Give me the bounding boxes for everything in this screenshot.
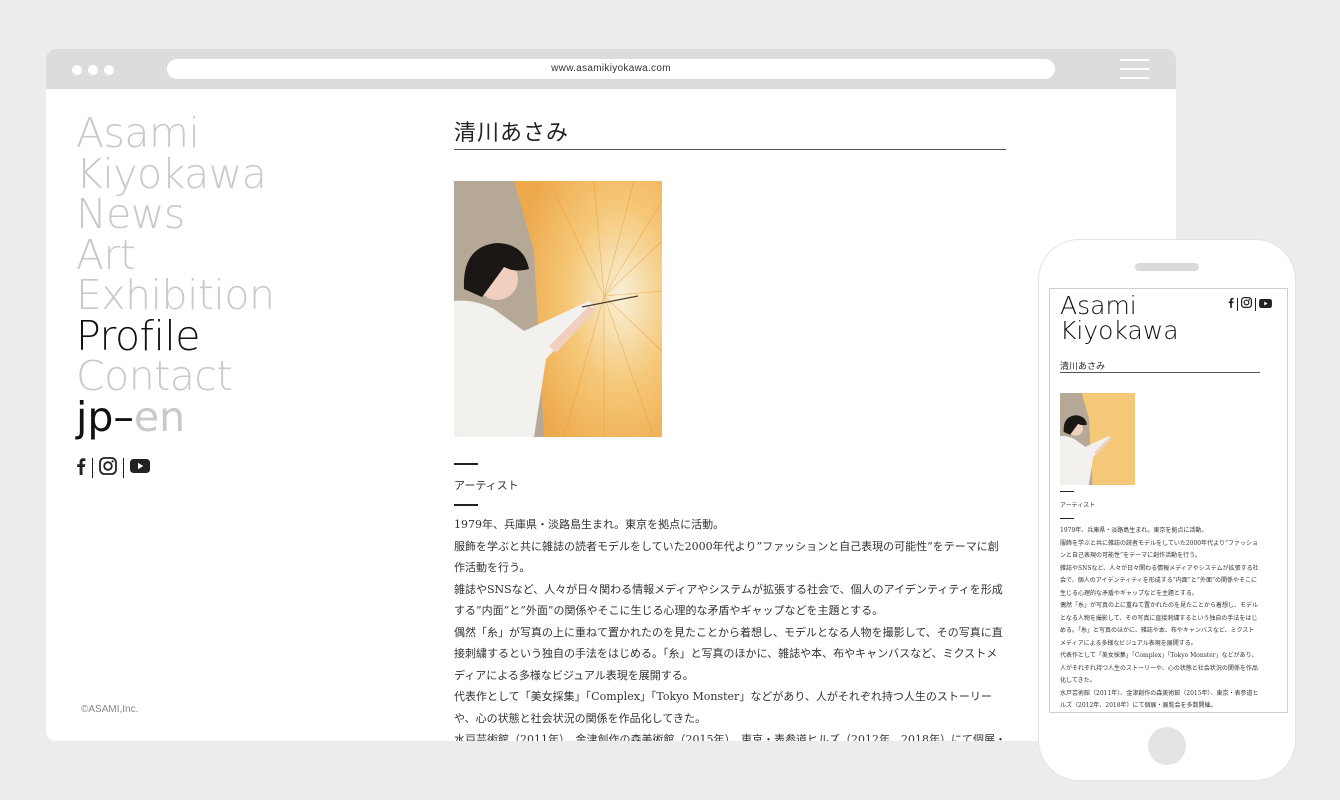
social-links	[76, 456, 150, 480]
window-dot-icon	[72, 65, 82, 75]
mobile-social-links	[1228, 297, 1272, 311]
url-bar[interactable]: www.asamikiyokawa.com	[167, 59, 1055, 79]
mobile-artist-role: アーティスト	[1060, 502, 1096, 509]
bio-paragraph: 1979年、兵庫県・淡路島生まれ。東京を拠点に活動。	[1060, 527, 1208, 534]
nav-item-art[interactable]: Art	[76, 234, 275, 276]
bio-paragraph: 水戸芸術館（2011年）、金津創作の森美術館（2015年）、東京・表参道ヒルズ（…	[454, 733, 1006, 741]
bio-paragraph: 水戸芸術館（2011年）、金津創作の森美術館（2015年）、東京・表参道ヒルズ（…	[1060, 689, 1259, 710]
mobile-artist-photo	[1060, 393, 1135, 485]
copyright-text: ©ASAMI,Inc.	[81, 704, 139, 715]
browser-toolbar: www.asamikiyokawa.com	[46, 49, 1176, 89]
mobile-logo-line: Kiyokawa	[1060, 316, 1179, 345]
mobile-artist-biography: 1979年、兵庫県・淡路島生まれ。東京を拠点に活動。 服飾を学ぶと共に雑誌の読者…	[1060, 525, 1260, 712]
artist-photo	[454, 181, 662, 437]
lang-en-link[interactable]: en	[134, 393, 185, 441]
facebook-icon[interactable]	[1228, 295, 1234, 313]
mobile-phone-mockup: Asami Kiyokawa 清川あさみ アーティスト 1979年、兵庫県・淡路…	[1039, 240, 1295, 780]
page-title: 清川あさみ	[454, 115, 1006, 150]
nav-item-kiyokawa[interactable]: Kiyokawa	[76, 153, 275, 195]
mobile-page-title: 清川あさみ	[1060, 359, 1260, 373]
mobile-screen: Asami Kiyokawa 清川あさみ アーティスト 1979年、兵庫県・淡路…	[1049, 288, 1288, 713]
divider	[454, 504, 478, 506]
nav-item-news[interactable]: News	[76, 194, 275, 235]
bio-paragraph: 偶然「糸」が写真の上に重ねて置かれたのを見たことから着想し、モデルとなる人物を撮…	[454, 625, 1003, 682]
hamburger-menu-icon[interactable]	[1120, 59, 1150, 79]
bio-paragraph: 代表作として「美女採集」「Complex」「Tokyo Monster」などがあ…	[1060, 652, 1258, 684]
bio-paragraph: 雑誌やSNSなど、人々が日々関わる情報メディアやシステムが拡張する社会で、個人の…	[1060, 564, 1259, 597]
bio-paragraph: 偶然「糸」が写真の上に重ねて置かれたのを見たことから着想し、モデルとなる人物を撮…	[1060, 602, 1259, 647]
phone-speaker	[1135, 263, 1199, 271]
youtube-icon[interactable]	[1259, 295, 1272, 313]
divider	[1060, 518, 1074, 519]
instagram-icon[interactable]	[1241, 295, 1252, 313]
lang-separator: –	[113, 392, 134, 441]
nav-item-exhibition[interactable]: Exhibition	[76, 275, 275, 316]
window-dot-icon	[104, 65, 114, 75]
window-dot-icon	[88, 65, 98, 75]
desktop-browser-window: www.asamikiyokawa.com Asami Kiyokawa New…	[46, 49, 1176, 741]
artist-biography: 1979年、兵庫県・淡路島生まれ。東京を拠点に活動。 服飾を学ぶと共に雑誌の読者…	[454, 514, 1006, 741]
phone-home-button[interactable]	[1148, 727, 1186, 765]
divider	[454, 463, 478, 465]
bio-paragraph: 服飾を学ぶと共に雑誌の読者モデルをしていた2000年代より”ファッションと自己表…	[454, 539, 999, 575]
nav-item-profile[interactable]: Profile	[76, 315, 275, 357]
instagram-icon[interactable]	[99, 456, 117, 480]
site-navigation: Asami Kiyokawa News Art Exhibition Profi…	[76, 113, 275, 437]
mobile-logo-line: Asami	[1060, 291, 1137, 320]
bio-paragraph: 服飾を学ぶと共に雑誌の読者モデルをしていた2000年代より”ファッションと自己表…	[1060, 539, 1259, 560]
bio-paragraph: 1979年、兵庫県・淡路島生まれ。東京を拠点に活動。	[454, 518, 725, 531]
bio-paragraph: 代表作として「美女採集」「Complex」「Tokyo Monster」などがあ…	[454, 690, 992, 725]
nav-item-asami[interactable]: Asami	[76, 113, 275, 154]
artist-role: アーティスト	[454, 479, 519, 492]
mobile-logo[interactable]: Asami Kiyokawa	[1060, 293, 1179, 343]
facebook-icon[interactable]	[76, 457, 86, 480]
bio-paragraph: 雑誌やSNSなど、人々が日々関わる情報メディアやシステムが拡張する社会で、個人の…	[454, 582, 1003, 618]
nav-item-contact[interactable]: Contact	[76, 356, 275, 397]
lang-jp-link[interactable]: jp	[76, 393, 113, 441]
language-switcher: jp–en	[76, 396, 275, 437]
divider	[1060, 491, 1074, 492]
youtube-icon[interactable]	[130, 458, 150, 478]
